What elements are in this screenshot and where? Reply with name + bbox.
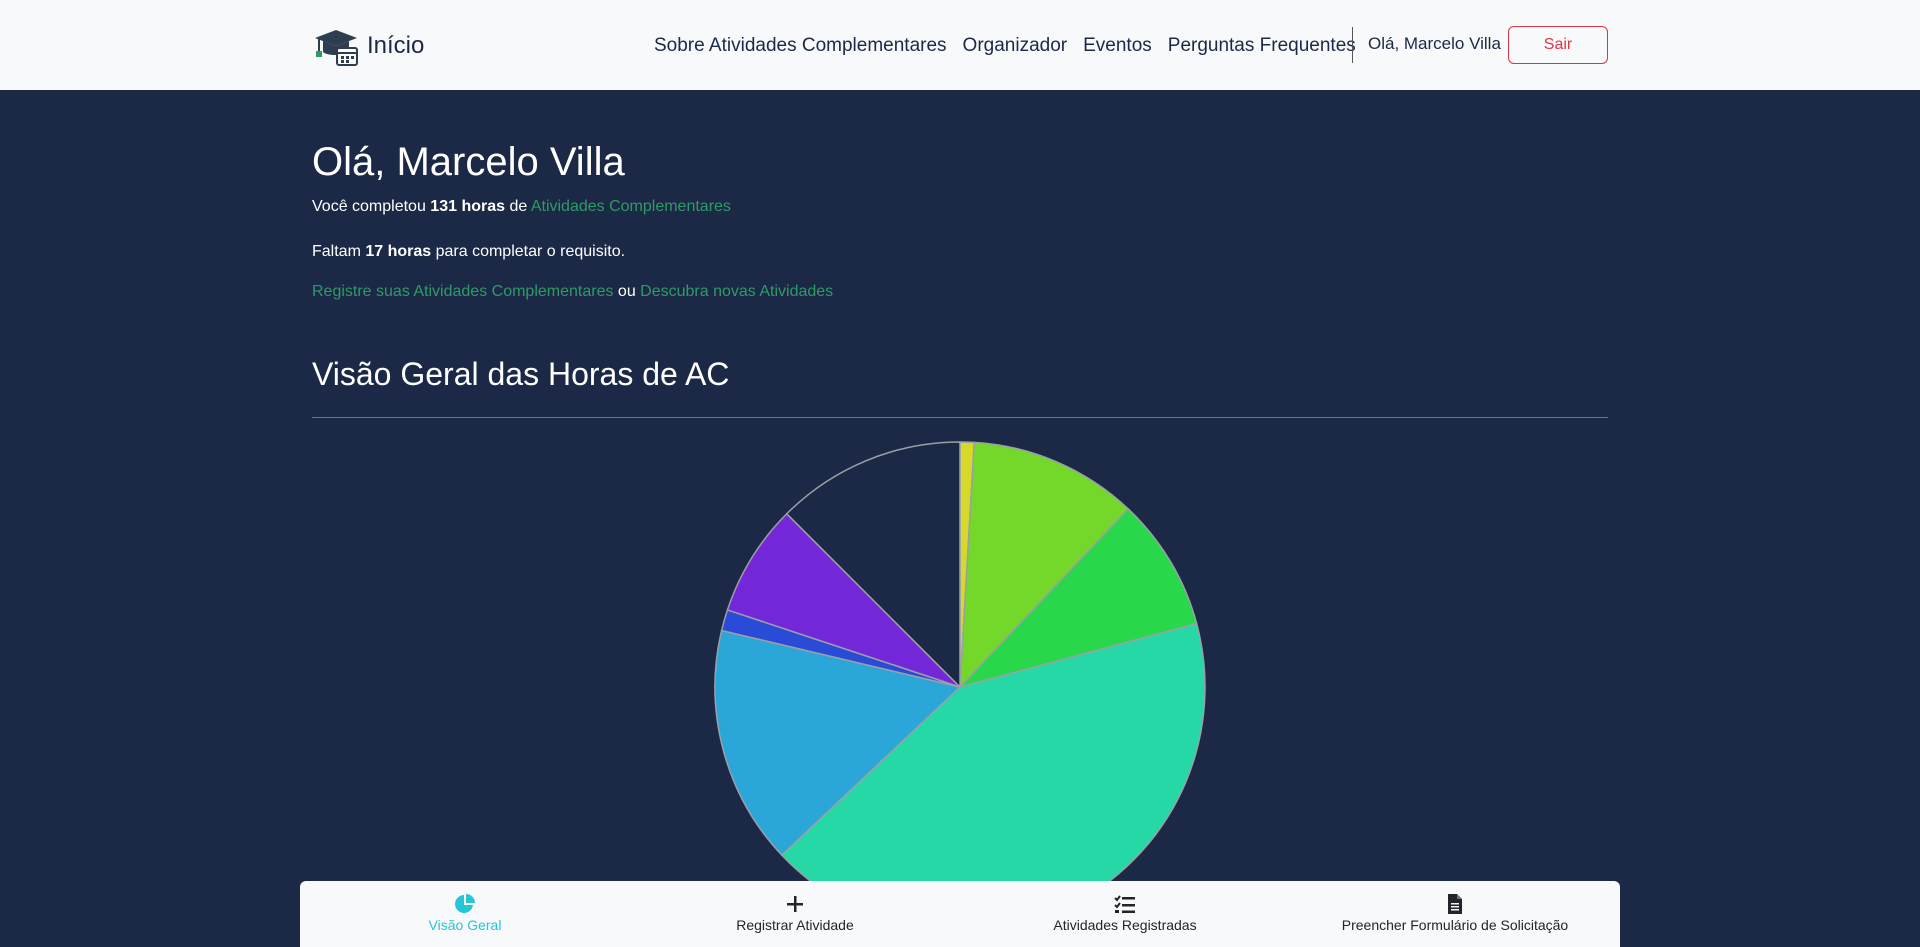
tab-visao-geral[interactable]: Visão Geral <box>300 881 630 947</box>
nav-divider <box>1352 27 1353 63</box>
atividades-complementares-link[interactable]: Atividades Complementares <box>531 198 731 215</box>
plus-icon <box>787 896 803 912</box>
remaining-suffix: para completar o requisito. <box>431 243 626 260</box>
pie-chart-icon <box>455 894 475 913</box>
document-icon <box>1448 894 1462 914</box>
tab-atividades-registradas[interactable]: Atividades Registradas <box>960 881 1290 947</box>
or-text: ou <box>613 283 641 300</box>
remaining-hours-text: Faltam 17 horas para completar o requisi… <box>312 243 625 261</box>
hours-pie-chart <box>714 441 1206 881</box>
checklist-icon <box>1114 895 1135 913</box>
nav-link-eventos[interactable]: Eventos <box>1083 35 1152 57</box>
section-divider <box>312 417 1608 418</box>
nav-link-faq[interactable]: Perguntas Frequentes <box>1168 35 1356 57</box>
tab-registrar-atividade[interactable]: Registrar Atividade <box>630 881 960 947</box>
completed-prefix: Você completou <box>312 198 431 215</box>
page-title: Olá, Marcelo Villa <box>312 140 625 184</box>
remaining-hours: 17 horas <box>365 243 432 260</box>
discover-activities-link[interactable]: Descubra novas Atividades <box>640 283 833 300</box>
nav-links: Sobre Atividades Complementares Organiza… <box>654 35 1372 57</box>
completed-hours-text: Você completou 131 horas de Atividades C… <box>312 198 731 216</box>
brand-label: Início <box>367 32 425 59</box>
tab-label: Atividades Registradas <box>1053 917 1197 933</box>
section-title: Visão Geral das Horas de AC <box>312 356 730 392</box>
logout-button[interactable]: Sair <box>1508 26 1608 64</box>
nav-link-organizador[interactable]: Organizador <box>963 35 1068 57</box>
tab-label: Preencher Formulário de Solicitação <box>1341 917 1569 933</box>
completed-mid: de <box>505 198 531 215</box>
tab-preencher-formulario[interactable]: Preencher Formulário de Solicitação <box>1290 881 1620 947</box>
nav-link-sobre[interactable]: Sobre Atividades Complementares <box>654 35 947 57</box>
register-activities-link[interactable]: Registre suas Atividades Complementares <box>312 283 613 300</box>
bottom-nav: Visão Geral Registrar Atividade Atividad… <box>300 881 1620 947</box>
top-navbar: Início Sobre Atividades Complementares O… <box>0 0 1920 90</box>
actions-text: Registre suas Atividades Complementares … <box>312 283 833 301</box>
user-greeting: Olá, Marcelo Villa <box>1368 34 1501 53</box>
home-link[interactable]: Início <box>313 26 424 66</box>
remaining-prefix: Faltam <box>312 243 366 260</box>
graduation-cap-icon <box>315 30 358 66</box>
completed-hours: 131 horas <box>430 198 506 215</box>
tab-label: Registrar Atividade <box>736 917 854 933</box>
tab-label: Visão Geral <box>428 917 502 933</box>
